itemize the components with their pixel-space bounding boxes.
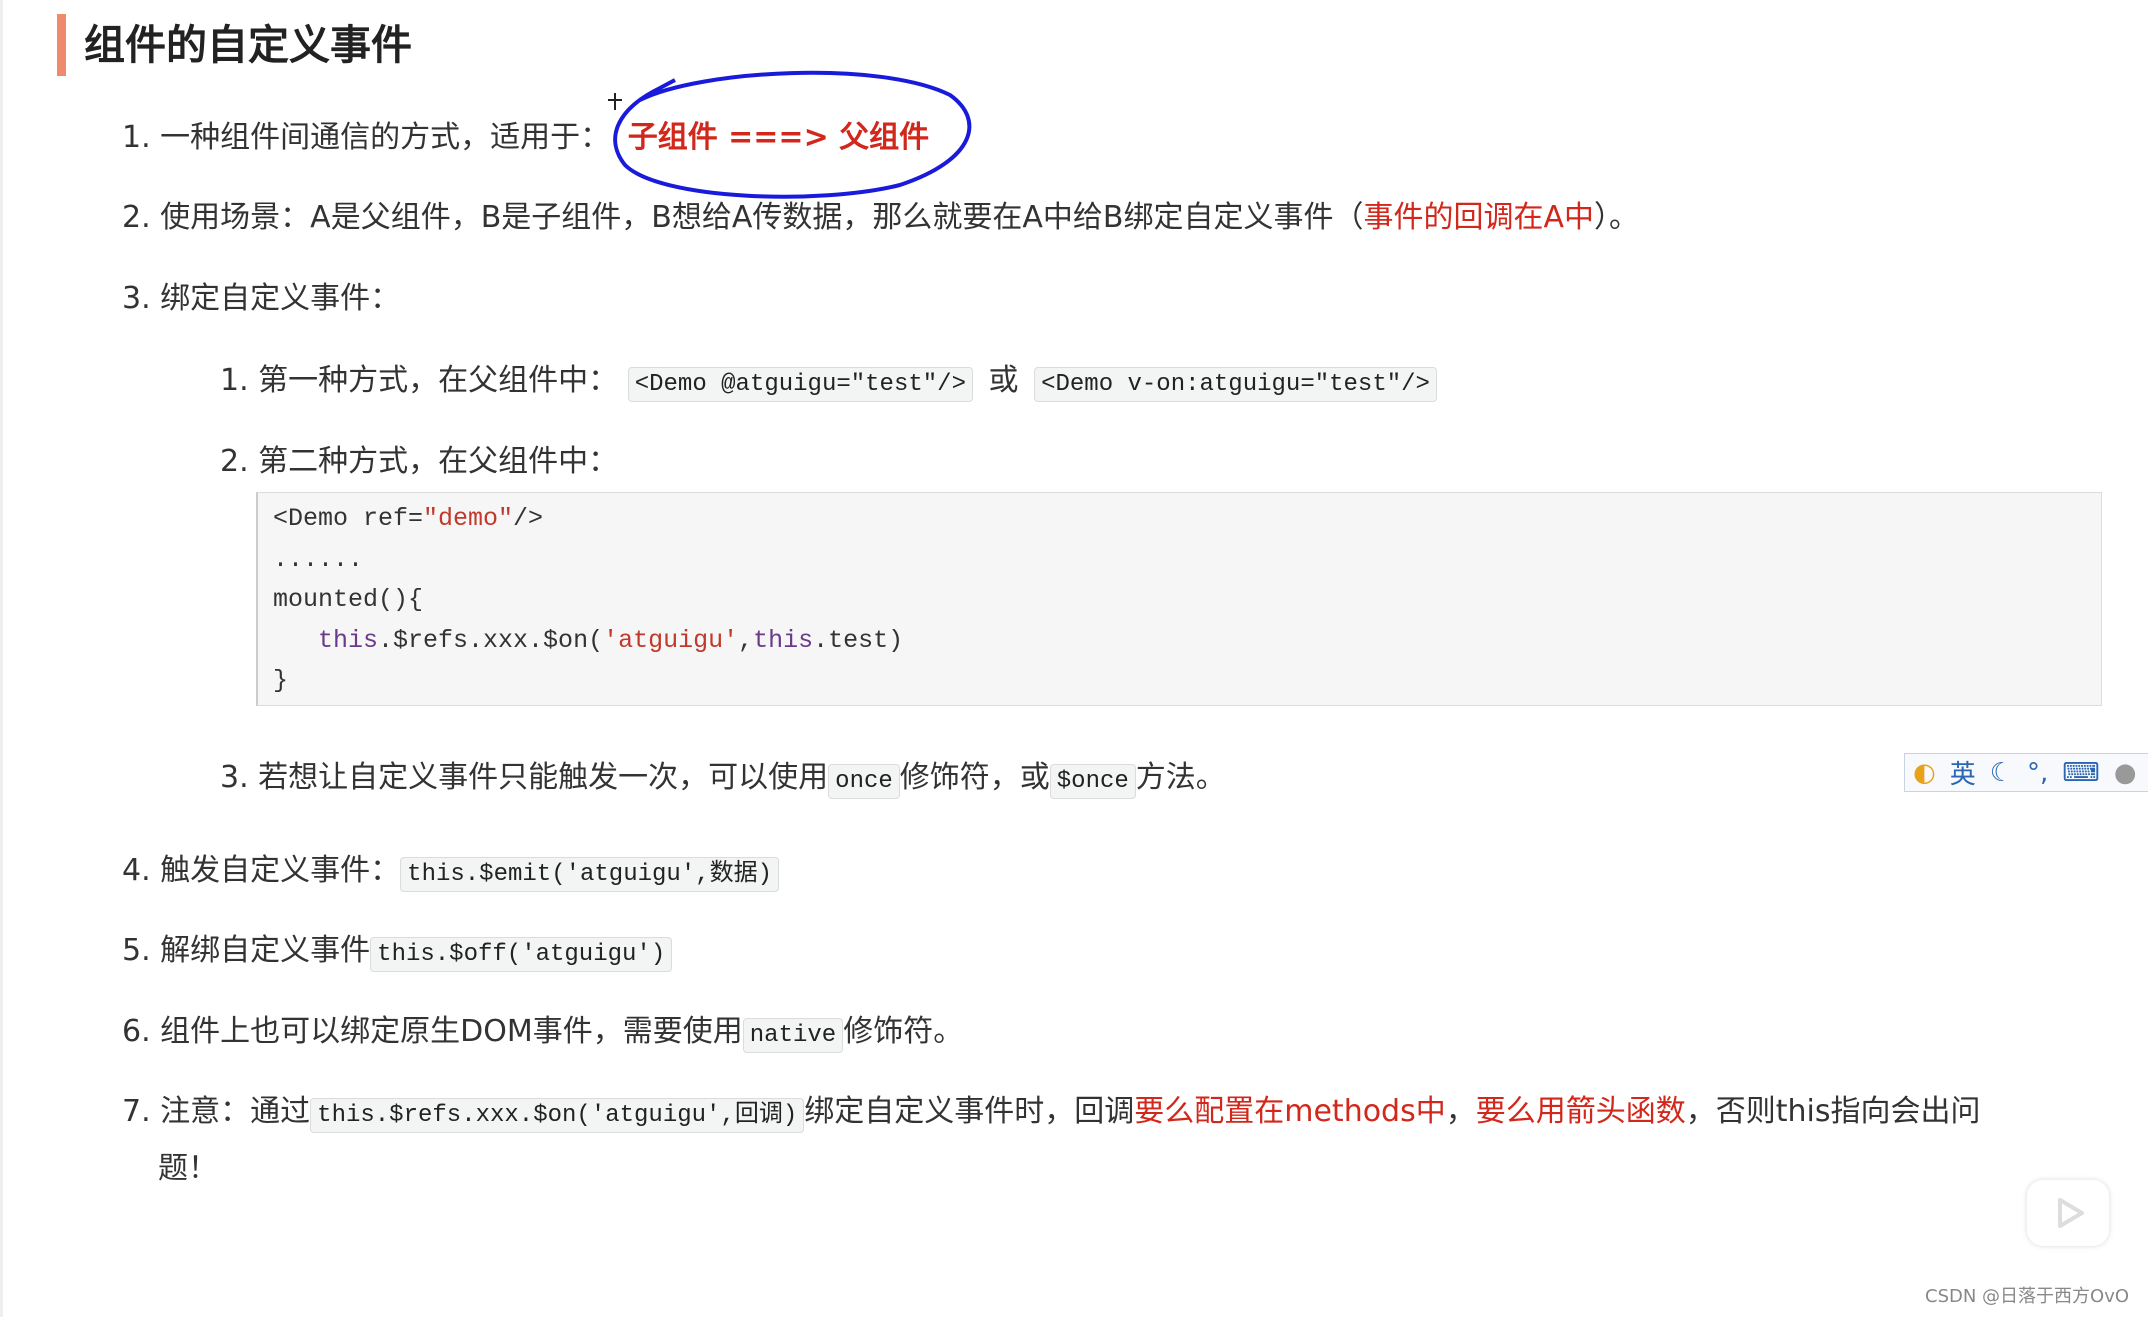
user-icon[interactable]: ● xyxy=(2114,758,2137,788)
moon-icon[interactable]: ☾ xyxy=(1990,758,2013,788)
hand-drawn-annotation xyxy=(608,70,972,199)
ime-logo-icon[interactable]: ◐ xyxy=(1913,758,1936,788)
punctuation-icon[interactable]: °, xyxy=(2027,758,2048,788)
cursor-icon xyxy=(608,93,622,110)
bilibili-play-button[interactable] xyxy=(2027,1180,2109,1246)
circle-annotation xyxy=(613,70,972,199)
keyboard-icon[interactable]: ⌨ xyxy=(2062,758,2100,788)
ime-toolbar[interactable]: ◐ 英 ☾ °, ⌨ ● 🔧 xyxy=(1904,753,2148,792)
ime-lang[interactable]: 英 xyxy=(1950,754,1976,791)
play-icon xyxy=(2058,1198,2084,1228)
watermark: CSDN @日落于西方OvO xyxy=(1925,1286,2130,1307)
